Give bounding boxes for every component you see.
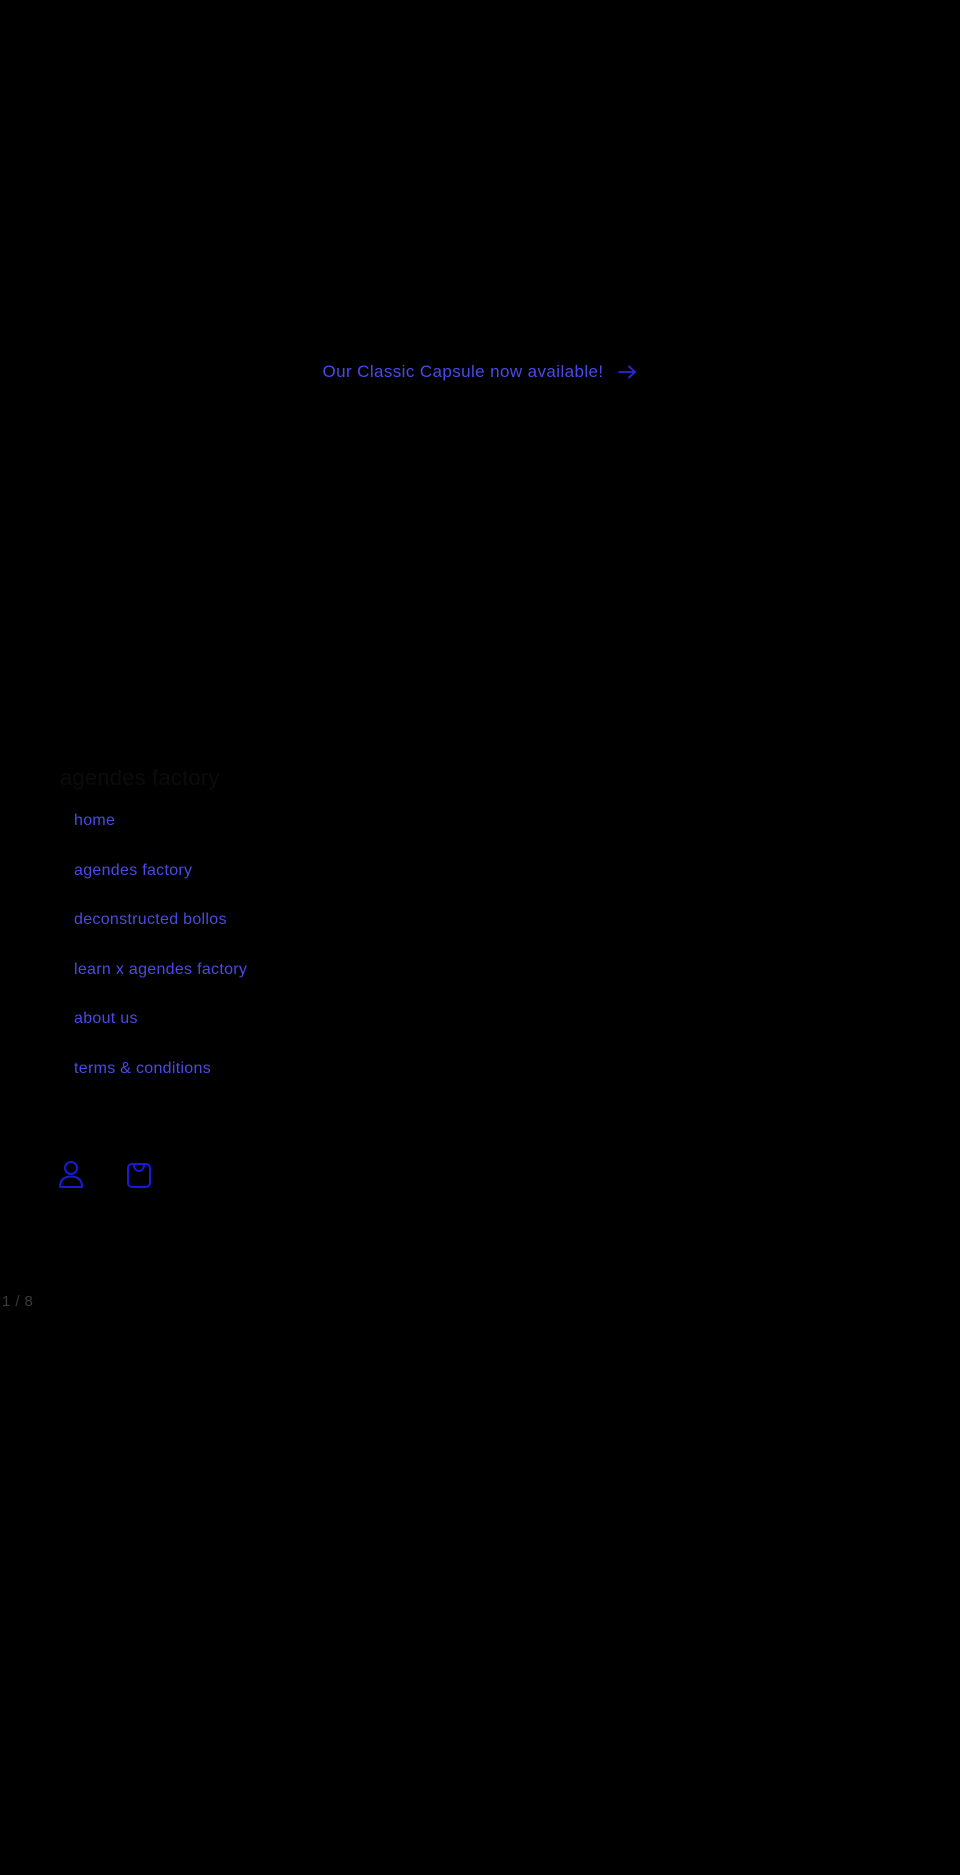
cart-icon[interactable] [126, 1160, 152, 1190]
slide-current: 1 [2, 1293, 11, 1310]
menu-item: terms & conditions [74, 1060, 247, 1110]
menu-item: learn x agendes factory [74, 961, 247, 1011]
slide-counter: 1/8 [2, 1293, 33, 1310]
slide-separator: / [15, 1293, 20, 1310]
menu-item: agendes factory [74, 862, 247, 912]
menu-link-learn[interactable]: learn x agendes factory [74, 961, 247, 979]
menu-item: home [74, 812, 247, 862]
menu-item: deconstructed bollos [74, 911, 247, 961]
brand-name: agendes factory [60, 765, 220, 790]
menu-link-deconstructed-bollos[interactable]: deconstructed bollos [74, 911, 227, 929]
slide-total: 8 [24, 1293, 33, 1310]
announcement-text: Our Classic Capsule now available! [322, 362, 604, 381]
menu-drawer-nav: home agendes factory deconstructed bollo… [74, 812, 247, 1109]
menu-link-about-us[interactable]: about us [74, 1010, 138, 1028]
menu-link-home[interactable]: home [74, 812, 115, 830]
utility-links [58, 1160, 152, 1190]
announcement-bar: Our Classic Capsule now available! [0, 352, 960, 392]
announcement-link[interactable]: Our Classic Capsule now available! [322, 362, 637, 382]
arrow-right-icon [617, 365, 638, 379]
menu-item: about us [74, 1010, 247, 1060]
menu-link-terms[interactable]: terms & conditions [74, 1060, 211, 1078]
menu-link-agendes-factory[interactable]: agendes factory [74, 862, 192, 880]
account-icon[interactable] [58, 1160, 84, 1190]
